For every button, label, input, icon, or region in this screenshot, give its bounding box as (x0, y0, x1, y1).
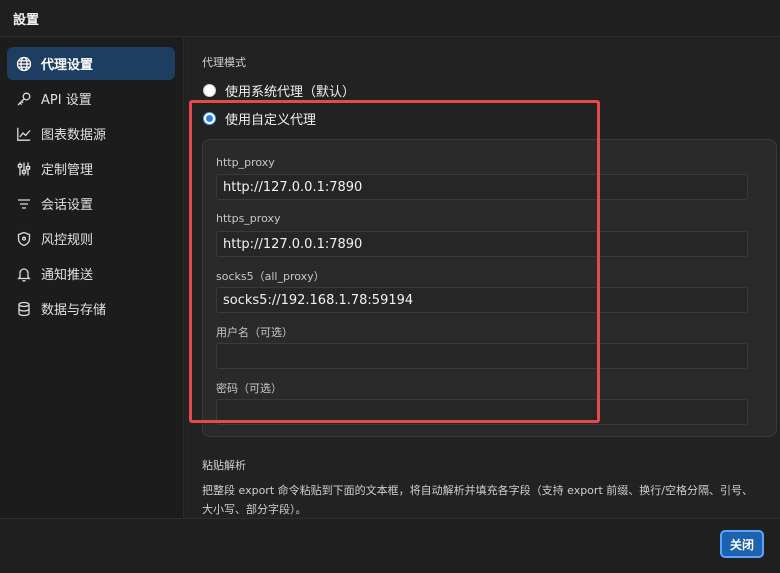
password-label: 密码（可选） (216, 382, 282, 395)
http-proxy-input[interactable] (216, 174, 748, 200)
line-chart-icon (16, 126, 32, 142)
sidebar-item-notify[interactable]: 通知推送 (7, 257, 175, 290)
sidebar-item-proxy[interactable]: 代理设置 (7, 47, 175, 80)
paste-parse-description: 把整段 export 命令粘贴到下面的文本框，将自动解析并填充各字段（支持 ex… (202, 484, 753, 516)
sidebar-item-chart-source[interactable]: 图表数据源 (7, 117, 175, 150)
sidebar-item-label: 代理设置 (41, 58, 94, 73)
window-title: 設置 (13, 13, 40, 28)
custom-proxy-panel: http_proxy https_proxy socks5（all_proxy）… (202, 139, 777, 437)
sliders-icon (16, 161, 32, 177)
bell-icon (16, 266, 32, 282)
sidebar-item-label: 数据与存储 (41, 303, 107, 318)
filter-lines-icon (16, 196, 32, 212)
database-icon (16, 301, 32, 317)
username-label: 用户名（可选） (216, 326, 293, 339)
title-bar: 設置 (0, 0, 780, 37)
sidebar-item-label: 图表数据源 (41, 128, 107, 143)
sidebar-item-label: 通知推送 (41, 268, 94, 283)
dialog-footer (0, 518, 780, 573)
https-proxy-label: https_proxy (216, 212, 281, 225)
https-proxy-input[interactable] (216, 231, 748, 257)
proxy-mode-title: 代理模式 (202, 56, 246, 69)
sidebar-item-api[interactable]: API 设置 (7, 82, 175, 115)
globe-icon (16, 56, 32, 72)
sidebar-item-custom[interactable]: 定制管理 (7, 152, 175, 185)
key-icon (16, 91, 32, 107)
radio-system-label: 使用系统代理（默认） (225, 85, 356, 100)
sidebar: 代理设置 API 设置 图表数据源 定制管理 会话设置 风控规则 通知推送 数据… (0, 38, 184, 518)
radio-custom-proxy[interactable]: 使用自定义代理 (203, 109, 316, 128)
sidebar-item-label: 会话设置 (41, 198, 94, 213)
radio-unchecked-icon[interactable] (203, 84, 216, 97)
radio-checked-icon[interactable] (203, 112, 216, 125)
username-input[interactable] (216, 343, 748, 369)
sidebar-item-risk[interactable]: 风控规则 (7, 222, 175, 255)
radio-custom-label: 使用自定义代理 (225, 113, 317, 128)
paste-parse-title: 粘贴解析 (202, 459, 246, 472)
socks5-proxy-label: socks5（all_proxy） (216, 270, 325, 283)
shield-icon (16, 231, 32, 247)
http-proxy-label: http_proxy (216, 156, 275, 169)
radio-system-proxy[interactable]: 使用系统代理（默认） (203, 81, 355, 100)
sidebar-item-session[interactable]: 会话设置 (7, 187, 175, 220)
settings-content: 代理模式 使用系统代理（默认） 使用自定义代理 http_proxy https… (185, 38, 780, 518)
sidebar-item-label: 定制管理 (41, 163, 94, 178)
socks5-proxy-input[interactable] (216, 287, 748, 313)
sidebar-item-storage[interactable]: 数据与存储 (7, 292, 175, 325)
sidebar-item-label: API 设置 (41, 93, 92, 108)
close-button[interactable]: 关闭 (720, 530, 764, 558)
password-input[interactable] (216, 399, 748, 425)
sidebar-item-label: 风控规则 (41, 233, 94, 248)
